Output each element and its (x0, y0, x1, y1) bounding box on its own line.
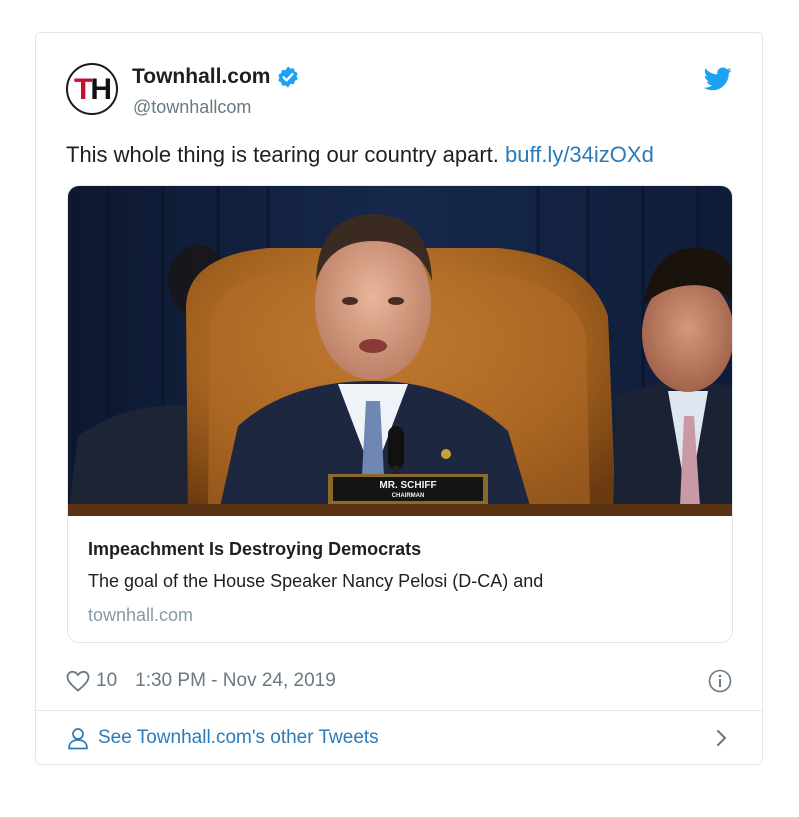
tweet-timestamp[interactable]: 1:30 PM - Nov 24, 2019 (135, 670, 336, 692)
card-domain: townhall.com (88, 605, 194, 625)
twitter-bird-icon[interactable] (704, 67, 732, 91)
nameplate-name: MR. SCHIFF (379, 480, 436, 491)
tweet-meta: 10 1:30 PM - Nov 24, 2019 (66, 667, 732, 695)
card-title[interactable]: Impeachment Is Destroying Democrats (88, 538, 712, 560)
chevron-right-icon[interactable] (710, 727, 732, 749)
avatar-logo: TH (74, 73, 112, 106)
info-icon[interactable] (708, 669, 732, 693)
tweet-link[interactable]: buff.ly/34izOXd (505, 142, 654, 167)
tweet-header: TH Townhall.com @townhallcom (66, 63, 732, 119)
card-body: Impeachment Is Destroying Democrats The … (88, 538, 712, 626)
tweet-body: This whole thing is tearing our country … (66, 142, 506, 167)
author-display-name[interactable]: Townhall.com (132, 65, 270, 89)
footer-divider (36, 710, 762, 711)
verified-badge-icon (278, 66, 299, 88)
heart-icon[interactable] (66, 670, 90, 692)
author-handle[interactable]: @townhallcom (133, 97, 251, 118)
other-tweets-label[interactable]: See Townhall.com's other Tweets (98, 727, 379, 749)
hearing-photo-illustration: MR. SCHIFF CHAIRMAN (68, 186, 732, 516)
embedded-tweet: TH Townhall.com @townhallcom This whole … (35, 32, 763, 765)
user-icon (68, 728, 88, 750)
nameplate-title: CHAIRMAN (392, 493, 425, 499)
link-card[interactable]: MR. SCHIFF CHAIRMAN Impeachment Is Destr… (67, 185, 733, 643)
article-photo[interactable]: MR. SCHIFF CHAIRMAN (68, 186, 732, 516)
tweet-text: This whole thing is tearing our country … (66, 141, 732, 169)
like-count[interactable]: 10 (96, 670, 117, 692)
card-description: The goal of the House Speaker Nancy Pelo… (88, 571, 544, 591)
author-name-row[interactable]: Townhall.com (132, 65, 300, 89)
avatar[interactable]: TH (66, 63, 118, 115)
other-tweets-link[interactable]: See Townhall.com's other Tweets (66, 723, 732, 753)
